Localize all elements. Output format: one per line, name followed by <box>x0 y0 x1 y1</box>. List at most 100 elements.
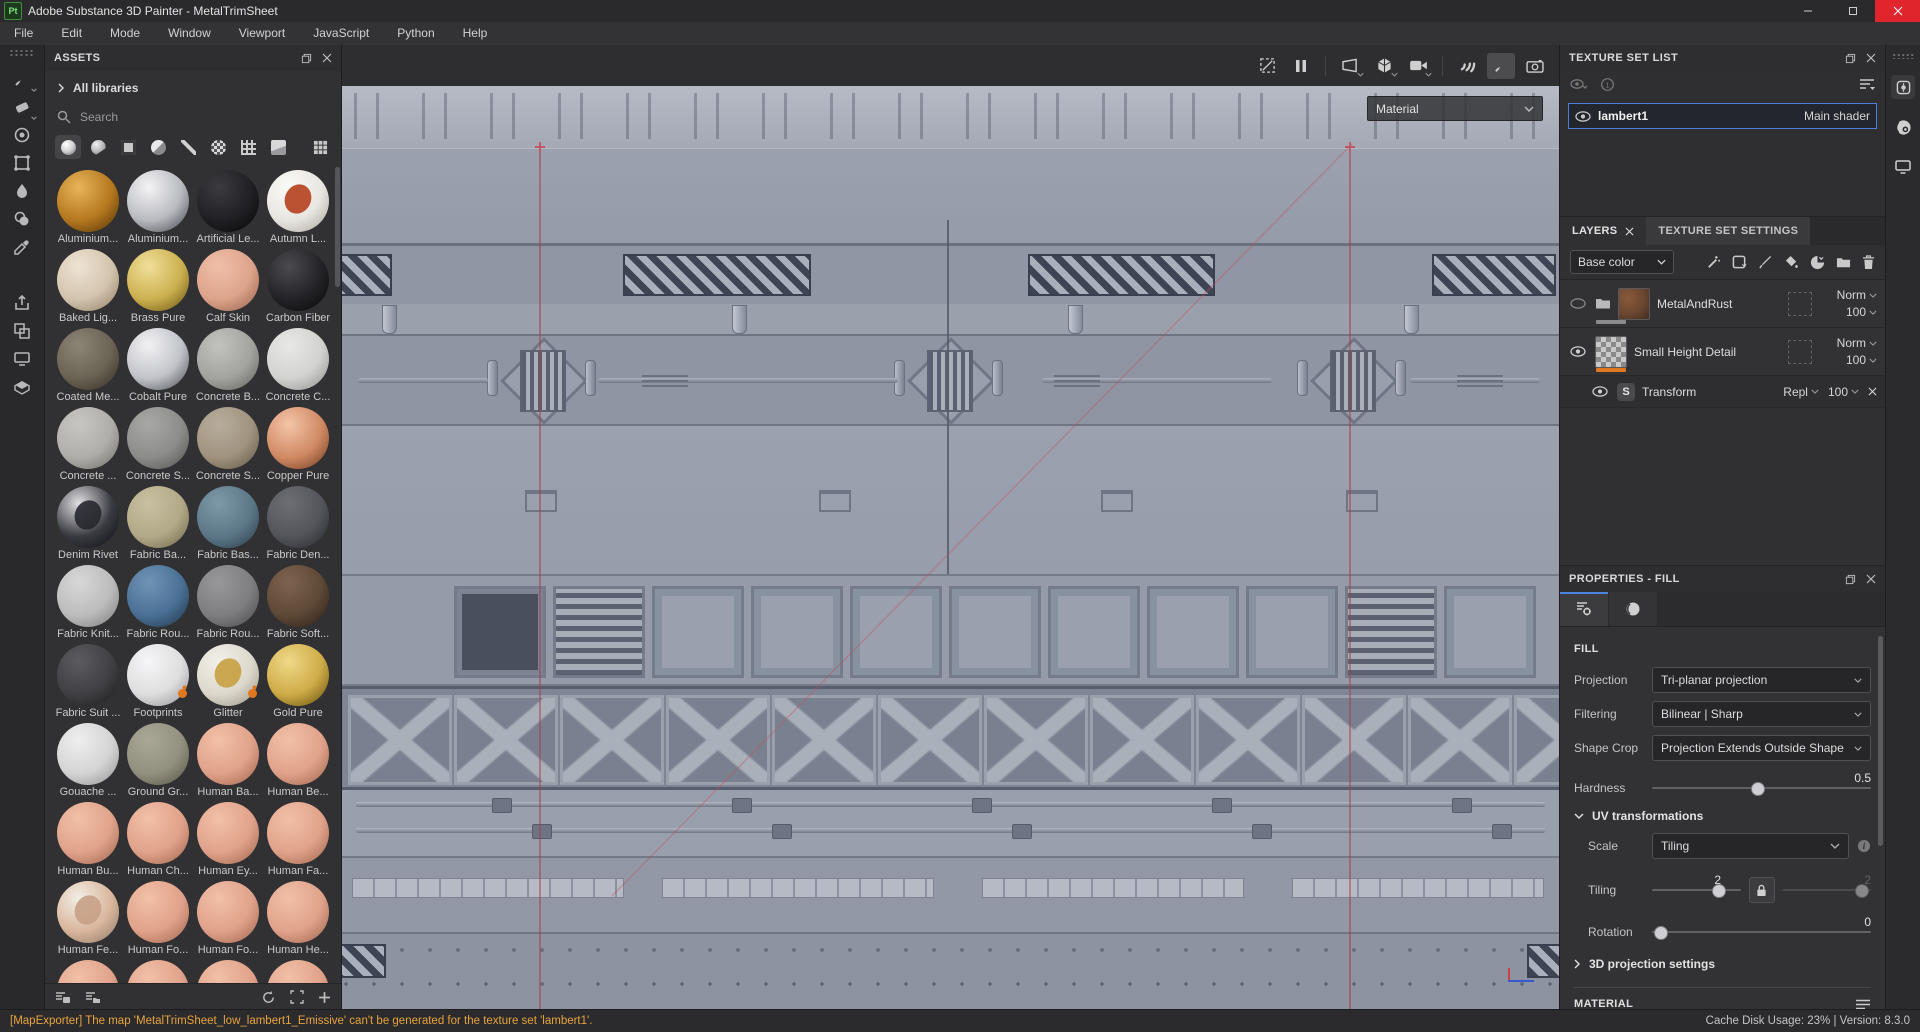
add-asset-icon[interactable] <box>318 991 331 1004</box>
hardness-slider-knob[interactable] <box>1750 782 1765 796</box>
projection-dropdown[interactable]: Tri-planar projection <box>1652 667 1871 693</box>
asset-item[interactable]: Human Fo... <box>193 878 263 956</box>
screenshot-icon[interactable] <box>1521 53 1549 79</box>
filter-smart-masks-icon[interactable] <box>115 135 141 159</box>
layer-visibility-icon[interactable] <box>1568 298 1588 310</box>
close-panel-icon[interactable] <box>1866 53 1876 63</box>
menu-item-edit[interactable]: Edit <box>47 22 96 45</box>
tiling-slider-u-knob[interactable] <box>1712 884 1727 898</box>
grid-view-icon[interactable] <box>307 135 333 159</box>
pause-icon[interactable] <box>1287 53 1315 79</box>
asset-item[interactable]: Fabric Rou... <box>123 562 193 640</box>
layer-row[interactable]: MetalAndRust Norm 100 <box>1560 280 1885 329</box>
effect-icon[interactable] <box>1810 255 1825 270</box>
filter-filters-icon[interactable] <box>145 135 171 159</box>
filter-textures-icon[interactable] <box>265 135 291 159</box>
channel-dropdown[interactable]: Base color <box>1570 250 1674 275</box>
asset-item[interactable]: Concrete C... <box>263 325 333 403</box>
asset-item[interactable]: Footprints <box>123 641 193 719</box>
close-tab-icon[interactable] <box>1625 227 1634 236</box>
asset-item[interactable]: Cobalt Pure <box>123 325 193 403</box>
asset-item[interactable] <box>193 957 263 983</box>
layer-blend-dropdown[interactable]: Norm <box>1837 288 1877 302</box>
asset-item[interactable] <box>263 957 333 983</box>
asset-item[interactable]: Gouache ... <box>53 720 123 798</box>
layer-opacity-dropdown[interactable]: 100 <box>1846 305 1877 319</box>
layer-effect-row[interactable]: S Transform Repl 100 <box>1560 376 1885 409</box>
asset-item[interactable]: Brass Pure <box>123 246 193 324</box>
display-settings-icon[interactable] <box>1891 75 1915 99</box>
viewport-3d[interactable]: Material <box>342 86 1559 1010</box>
polygon-fill-tool-icon[interactable] <box>6 149 38 177</box>
menu-item-python[interactable]: Python <box>383 22 448 45</box>
asset-item[interactable]: Autumn L... <box>263 167 333 245</box>
layer-row[interactable]: Small Height Detail Norm 100 <box>1560 328 1885 377</box>
float-panel-icon[interactable] <box>301 53 312 64</box>
viewer-settings-icon[interactable] <box>1891 155 1915 179</box>
camera-view-icon[interactable] <box>1404 53 1432 79</box>
uv-transformations-header[interactable]: UV transformations <box>1574 809 1871 823</box>
asset-item[interactable]: Human He... <box>263 878 333 956</box>
asset-item[interactable]: Human Fe... <box>53 878 123 956</box>
material-picker-tool-icon[interactable] <box>6 233 38 261</box>
texture-set-shader[interactable]: Main shader <box>1804 109 1870 123</box>
asset-item[interactable]: Fabric Soft... <box>263 562 333 640</box>
tiling-slider-u[interactable]: 2 <box>1652 873 1741 898</box>
perspective-view-icon[interactable] <box>1336 53 1364 79</box>
trash-icon[interactable] <box>1862 255 1875 270</box>
hardness-slider[interactable]: 0.5 <box>1652 771 1871 796</box>
texture-set-row-lambert1[interactable]: lambert1 Main shader <box>1568 103 1877 129</box>
asset-item[interactable]: Human Bu... <box>53 799 123 877</box>
remove-effect-icon[interactable] <box>1868 387 1877 396</box>
asset-item[interactable]: Fabric Rou... <box>193 562 263 640</box>
display-settings-icon[interactable] <box>6 345 38 373</box>
paint-layer-icon[interactable] <box>1758 255 1773 270</box>
projection-settings-header[interactable]: 3D projection settings <box>1574 957 1871 971</box>
asset-item[interactable]: Fabric Bas... <box>193 483 263 561</box>
asset-item[interactable]: Copper Pure <box>263 404 333 482</box>
filter-smart-materials-icon[interactable] <box>85 135 111 159</box>
asset-item[interactable]: Fabric Knit... <box>53 562 123 640</box>
menu-item-help[interactable]: Help <box>449 22 502 45</box>
close-panel-icon[interactable] <box>322 53 332 63</box>
tab-properties[interactable] <box>1560 592 1609 626</box>
asset-item[interactable]: Coated Me... <box>53 325 123 403</box>
uv-tile-filter-icon[interactable]: 1 <box>1600 77 1615 92</box>
tiling-slider-v[interactable]: 2 <box>1782 873 1871 898</box>
viewport-shader-dropdown[interactable]: Material <box>1367 96 1543 121</box>
paint-mode-icon[interactable] <box>1487 52 1515 79</box>
rotation-slider[interactable]: 0 <box>1652 915 1871 940</box>
tab-texture-set-settings[interactable]: TEXTURE SET SETTINGS <box>1646 217 1811 246</box>
paint-tool-icon[interactable] <box>6 65 38 93</box>
rotation-slider-knob[interactable] <box>1654 926 1669 940</box>
fill-layer-icon[interactable] <box>1784 255 1799 270</box>
tab-material-ball[interactable] <box>1609 592 1658 626</box>
assets-scrollbar[interactable] <box>335 167 340 287</box>
thumbnail-size-icon[interactable] <box>290 990 304 1004</box>
maximize-button[interactable] <box>1830 0 1875 22</box>
float-panel-icon[interactable] <box>1845 53 1856 64</box>
visibility-sync-icon[interactable] <box>1570 78 1588 90</box>
menu-item-viewport[interactable]: Viewport <box>225 22 299 45</box>
filter-materials-icon[interactable] <box>55 135 81 159</box>
asset-item[interactable]: Aluminium... <box>53 167 123 245</box>
search-input[interactable]: Search <box>57 105 331 129</box>
layer-visibility-icon[interactable] <box>1590 386 1610 398</box>
menu-item-window[interactable]: Window <box>154 22 225 45</box>
asset-item[interactable]: Carbon Fiber <box>263 246 333 324</box>
asset-item[interactable]: Calf Skin <box>193 246 263 324</box>
filter-brushes-icon[interactable] <box>175 135 201 159</box>
minimize-button[interactable] <box>1785 0 1830 22</box>
folder-icon[interactable] <box>1836 256 1851 269</box>
asset-item[interactable] <box>53 957 123 983</box>
layer-visibility-icon[interactable] <box>1568 346 1588 358</box>
panel-drag-handle[interactable] <box>9 49 35 57</box>
menu-item-javascript[interactable]: JavaScript <box>299 22 383 45</box>
save-asset-list-icon[interactable] <box>55 991 71 1004</box>
asset-item[interactable]: Human Ch... <box>123 799 193 877</box>
asset-item[interactable]: Ground Gr... <box>123 720 193 798</box>
asset-item[interactable]: Concrete ... <box>53 404 123 482</box>
projection-tool-icon[interactable] <box>6 121 38 149</box>
shelf-icon[interactable] <box>6 373 38 401</box>
smudge-tool-icon[interactable] <box>6 177 38 205</box>
